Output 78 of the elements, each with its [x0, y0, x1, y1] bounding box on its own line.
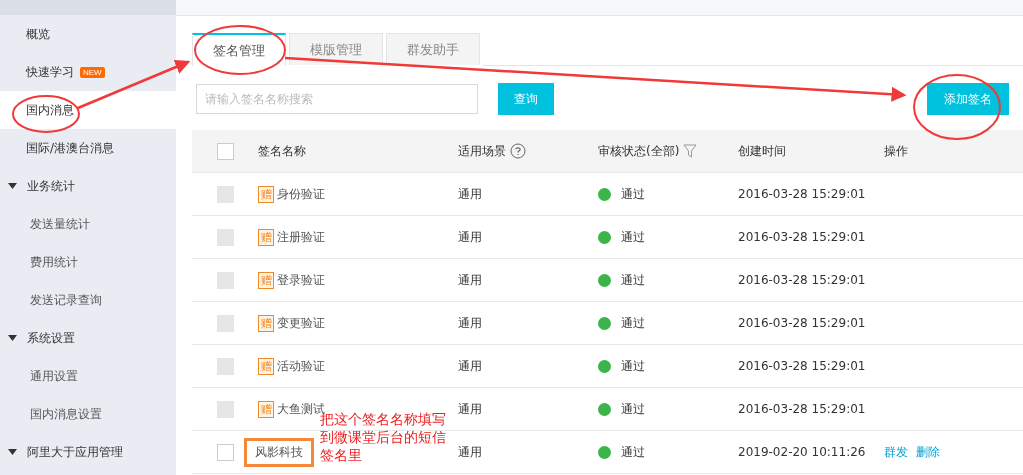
sidebar-label: 概览 [26, 25, 50, 43]
sidebar-label: 发送记录查询 [30, 291, 102, 309]
table-cell: 通用 [458, 229, 482, 244]
sidebar-label: 通用设置 [30, 367, 78, 385]
table-cell: 注册验证 [277, 228, 325, 246]
status-dot [598, 445, 611, 459]
table-cell: 通过 [621, 357, 645, 375]
column-header: 适用场景 [458, 142, 506, 160]
annotation-circle [12, 95, 80, 133]
checkbox[interactable] [216, 443, 234, 461]
table-cell: 通用 [458, 401, 482, 416]
table-cell: 风影科技 [244, 437, 314, 467]
sidebar-label: 国内消息 [26, 101, 74, 119]
status-dot [598, 316, 611, 330]
table-cell: 通过 [621, 271, 645, 289]
sidebar-item[interactable]: 发送记录查询 [0, 281, 176, 319]
sidebar-item[interactable]: 发送量统计 [0, 205, 176, 243]
table-cell: 通过 [621, 314, 645, 332]
sidebar-label: 国内消息设置 [30, 405, 102, 423]
table-cell: 登录验证 [277, 271, 325, 289]
gift-badge: 赠 [258, 357, 274, 375]
help-icon [510, 143, 526, 159]
table-cell: 通过 [621, 228, 645, 246]
table-cell: 2019-02-20 10:11:26 [738, 445, 866, 459]
table-cell: 2016-03-28 15:29:01 [738, 187, 866, 201]
sidebar-item[interactable]: 国内消息设置 [0, 395, 176, 433]
status-dot [598, 273, 611, 287]
new-badge: NEW [80, 66, 105, 78]
sidebar-label: 快速学习 [26, 63, 74, 81]
sidebar-label: 业务统计 [27, 177, 75, 195]
table-cell: 2016-03-28 15:29:01 [738, 273, 866, 287]
column-header: 创建时间 [738, 142, 786, 160]
sidebar-item[interactable]: 通用设置 [0, 357, 176, 395]
column-header: 审核状态(全部) [598, 142, 680, 160]
table-cell: 通过 [621, 443, 645, 461]
column-header: 操作 [884, 142, 908, 160]
search-field[interactable]: 请输入签名名称搜索 [196, 84, 478, 114]
sidebar-item[interactable]: 阿里大于应用管理 [0, 433, 176, 471]
sidebar-item[interactable]: 费用统计 [0, 243, 176, 281]
gift-badge: 赠 [258, 271, 274, 289]
sidebar-item[interactable]: 概览 [0, 15, 176, 53]
gift-badge: 赠 [258, 314, 274, 332]
annotation-note: 把这个签名名称填写到微课堂后台的短信签名里 [320, 411, 447, 464]
sidebar-label: 国际/港澳台消息 [26, 139, 115, 157]
sidebar-label: 阿里大于应用管理 [27, 443, 123, 461]
status-dot [598, 402, 611, 416]
table-cell: 2016-03-28 15:29:01 [738, 359, 866, 373]
checkbox[interactable] [216, 142, 234, 160]
sidebar-label: 费用统计 [30, 253, 78, 271]
status-dot [598, 230, 611, 244]
sidebar-item[interactable]: 快速学习 NEW [0, 53, 176, 91]
table-cell: 2016-03-28 15:29:01 [738, 402, 866, 416]
status-dot [598, 187, 611, 201]
filter-icon[interactable] [683, 144, 698, 158]
gift-badge: 赠 [258, 185, 274, 203]
tab[interactable]: 签名管理 [192, 33, 286, 66]
table-cell: 2016-03-28 15:29:01 [738, 230, 866, 244]
gift-badge: 赠 [258, 400, 274, 418]
table-cell: 2016-03-28 15:29:01 [738, 316, 866, 330]
sidebar-item[interactable]: 国内消息 [0, 91, 176, 129]
table-cell: 通用 [458, 186, 482, 201]
table-cell: 通过 [621, 185, 645, 203]
sidebar-label: 发送量统计 [30, 215, 90, 233]
table-cell: 通用 [458, 444, 482, 459]
table-cell: 通用 [458, 358, 482, 373]
sidebar-label: 系统设置 [27, 329, 75, 347]
table-cell: 活动验证 [277, 357, 325, 375]
table-cell: 通用 [458, 315, 482, 330]
sidebar-item[interactable]: 系统设置 [0, 319, 176, 357]
column-header: 签名名称 [258, 142, 306, 160]
sidebar-item[interactable]: 业务统计 [0, 167, 176, 205]
table-cell: 通过 [621, 400, 645, 418]
table-cell: 变更验证 [277, 314, 325, 332]
table-cell: 身份验证 [277, 185, 325, 203]
table-cell: 通用 [458, 272, 482, 287]
sidebar-item[interactable]: 国际/港澳台消息 [0, 129, 176, 167]
status-dot [598, 359, 611, 373]
gift-badge: 赠 [258, 228, 274, 246]
